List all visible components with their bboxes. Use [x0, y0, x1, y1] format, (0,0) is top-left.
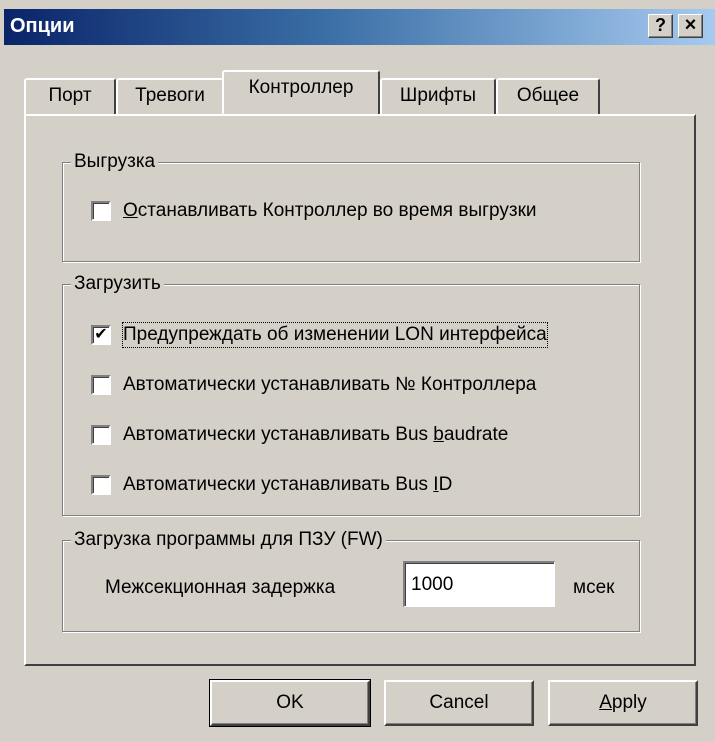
warn-lon-label: Предупреждать об изменении LON интерфейс…: [122, 322, 548, 348]
tab-controller[interactable]: Контроллер: [222, 70, 380, 114]
tab-port[interactable]: Порт: [24, 78, 116, 114]
auto-bus-id-label: Автоматически устанавливать Bus ID: [123, 474, 453, 495]
unload-group: Выгрузка Останавливать Контроллер во вре…: [62, 151, 640, 262]
auto-baudrate-checkbox[interactable]: [91, 425, 111, 445]
tab-fonts[interactable]: Шрифты: [380, 78, 496, 114]
auto-baudrate-label: Автоматически устанавливать Bus baudrate: [123, 424, 509, 445]
auto-controller-number-checkbox-row[interactable]: Автоматически устанавливать № Контроллер…: [91, 373, 631, 399]
load-group-title: Загрузить: [71, 273, 164, 295]
stop-controller-checkbox-row[interactable]: Останавливать Контроллер во время выгруз…: [91, 199, 631, 225]
cancel-button[interactable]: Cancel: [384, 680, 534, 726]
help-icon[interactable]: ?: [648, 14, 673, 38]
ok-button[interactable]: OK: [209, 679, 371, 727]
auto-bus-id-checkbox-row[interactable]: Автоматически устанавливать Bus ID: [91, 473, 631, 499]
title-bar[interactable]: Опции ? ×: [4, 9, 715, 45]
stop-controller-label: Останавливать Контроллер во время выгруз…: [123, 200, 537, 221]
auto-controller-number-checkbox[interactable]: [91, 375, 111, 395]
auto-bus-id-checkbox[interactable]: [91, 475, 111, 495]
warn-lon-checkbox-row[interactable]: ✔ Предупреждать об изменении LON интерфе…: [91, 322, 631, 349]
dialog-title: Опции: [10, 15, 75, 37]
close-icon[interactable]: ×: [678, 14, 703, 38]
warn-lon-checkbox[interactable]: ✔: [91, 325, 111, 345]
tab-alarms[interactable]: Тревоги: [116, 78, 224, 114]
unload-group-title: Выгрузка: [71, 151, 159, 173]
load-group: Загрузить ✔ Предупреждать об изменении L…: [62, 273, 640, 516]
apply-button[interactable]: Apply: [548, 680, 698, 726]
auto-baudrate-checkbox-row[interactable]: Автоматически устанавливать Bus baudrate: [91, 423, 631, 449]
delay-unit-label: мсек: [573, 577, 615, 598]
inter-section-delay-input[interactable]: [403, 561, 555, 607]
tab-page-controller: Выгрузка Останавливать Контроллер во вре…: [24, 114, 696, 666]
tab-general[interactable]: Общее: [496, 78, 600, 114]
inter-section-delay-label: Межсекционная задержка: [105, 577, 336, 598]
stop-controller-checkbox[interactable]: [91, 201, 111, 221]
auto-controller-number-label: Автоматически устанавливать № Контроллер…: [123, 374, 537, 395]
options-dialog: Опции ? × Порт Тревоги Контроллер Шрифты…: [0, 0, 715, 742]
fw-group-title: Загрузка программы для ПЗУ (FW): [71, 529, 386, 551]
fw-group: Загрузка программы для ПЗУ (FW) Межсекци…: [62, 529, 640, 632]
